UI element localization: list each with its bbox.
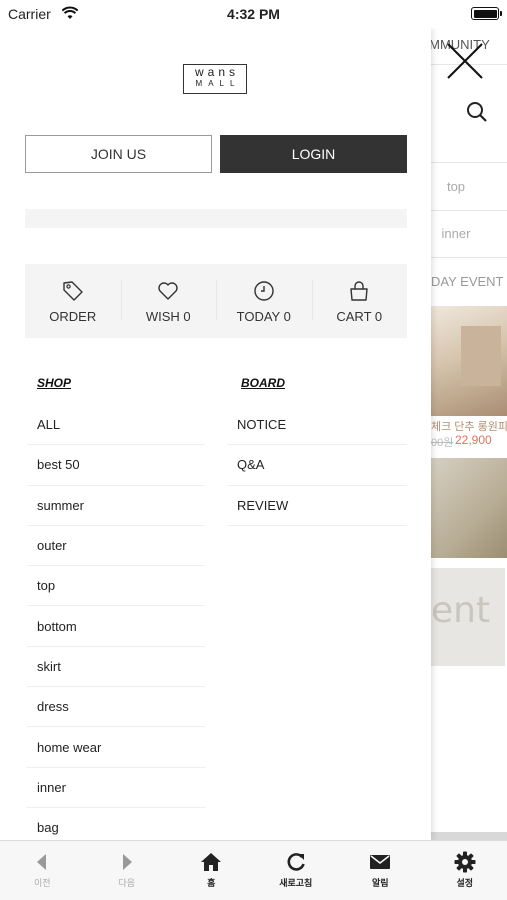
- brand-logo[interactable]: wans MALL: [183, 64, 247, 94]
- logo-text-bottom: MALL: [195, 79, 241, 88]
- category-outer[interactable]: outer: [27, 526, 205, 567]
- product-image[interactable]: [431, 306, 507, 416]
- category-skirt[interactable]: skirt: [27, 647, 205, 688]
- image-strip: [431, 832, 507, 840]
- cart-label: CART 0: [336, 309, 383, 324]
- shop-heading: SHOP: [37, 376, 72, 390]
- home-button[interactable]: 홈: [169, 841, 254, 900]
- home-icon: [201, 853, 222, 871]
- wish-label: WISH 0: [145, 309, 191, 324]
- back-button[interactable]: 이전: [0, 841, 85, 900]
- side-drawer: wans MALL JOIN US LOGIN ORDER WISH 0 TOD…: [0, 28, 431, 840]
- join-us-button[interactable]: JOIN US: [25, 135, 212, 173]
- forward-button[interactable]: 다음: [85, 841, 170, 900]
- background-page: OMMUNITY top inner DAY EVENT 체크 단추 롱원피 0…: [431, 28, 507, 840]
- category-best-50[interactable]: best 50: [27, 445, 205, 486]
- product-old-price: 00원: [431, 437, 454, 449]
- category-summer[interactable]: summer: [27, 486, 205, 526]
- category-bottom[interactable]: bottom: [27, 606, 205, 647]
- close-icon[interactable]: [444, 40, 486, 82]
- banner-text: ent: [431, 590, 491, 631]
- notification-label: 알림: [371, 878, 389, 888]
- clock-icon: [254, 281, 274, 301]
- category-all[interactable]: ALL: [27, 405, 205, 446]
- quick-order[interactable]: ORDER: [25, 264, 121, 338]
- board-list: NOTICE Q&A REVIEW: [227, 405, 407, 526]
- logo-text-top: wans: [194, 65, 239, 79]
- board-heading: BOARD: [241, 376, 285, 390]
- back-arrow-icon: [37, 854, 47, 870]
- refresh-icon: [287, 853, 305, 871]
- battery-icon: [471, 7, 502, 20]
- board-qna[interactable]: Q&A: [227, 445, 407, 486]
- product-name: 체크 단추 롱원피: [431, 421, 507, 433]
- category-bag[interactable]: bag: [27, 808, 205, 840]
- forward-arrow-icon: [122, 854, 132, 870]
- divider: [431, 210, 507, 211]
- today-label: TODAY 0: [236, 309, 291, 324]
- product-sale-price: 22,900: [455, 433, 492, 447]
- bg-menu-inner[interactable]: inner: [431, 226, 481, 241]
- gear-icon: [454, 851, 476, 873]
- category-inner[interactable]: inner: [27, 768, 205, 808]
- product-info: 체크 단추 롱원피 00원 22,900: [431, 418, 507, 458]
- refresh-label: 새로고침: [279, 878, 313, 888]
- bottom-toolbar: 이전 다음 홈 새로고침 알림 설정: [0, 840, 507, 900]
- forward-label: 다음: [118, 878, 136, 888]
- board-notice[interactable]: NOTICE: [227, 405, 407, 446]
- settings-label: 설정: [456, 878, 474, 888]
- divider: [431, 162, 507, 163]
- product-image[interactable]: [431, 458, 507, 558]
- heart-icon: [158, 282, 178, 300]
- divider: [431, 257, 507, 258]
- tag-icon: [63, 281, 83, 301]
- board-review[interactable]: REVIEW: [227, 486, 407, 526]
- quick-cart[interactable]: CART 0: [311, 264, 408, 338]
- back-label: 이전: [33, 878, 51, 888]
- shop-category-list: ALL best 50 summer outer top bottom skir…: [27, 405, 205, 840]
- refresh-button[interactable]: 새로고침: [254, 841, 339, 900]
- category-home-wear[interactable]: home wear: [27, 727, 205, 768]
- category-top[interactable]: top: [27, 566, 205, 607]
- order-label: ORDER: [49, 309, 97, 324]
- category-dress[interactable]: dress: [27, 687, 205, 728]
- status-bar: Carrier 4:32 PM: [0, 0, 507, 28]
- login-button[interactable]: LOGIN: [220, 135, 407, 173]
- event-label[interactable]: DAY EVENT: [431, 274, 503, 289]
- clock-time: 4:32 PM: [227, 6, 280, 22]
- quick-wish[interactable]: WISH 0: [120, 264, 217, 338]
- notice-bar: [25, 209, 407, 228]
- quick-today[interactable]: TODAY 0: [216, 264, 312, 338]
- settings-button[interactable]: 설정: [423, 841, 507, 900]
- shopping-bag-icon: [350, 281, 368, 301]
- mail-icon: [370, 855, 391, 869]
- bg-menu-top[interactable]: top: [431, 179, 481, 194]
- notification-button[interactable]: 알림: [338, 841, 423, 900]
- search-icon[interactable]: [465, 100, 489, 124]
- home-label: 홈: [207, 878, 216, 888]
- quick-menu: ORDER WISH 0 TODAY 0 CART 0: [25, 264, 407, 338]
